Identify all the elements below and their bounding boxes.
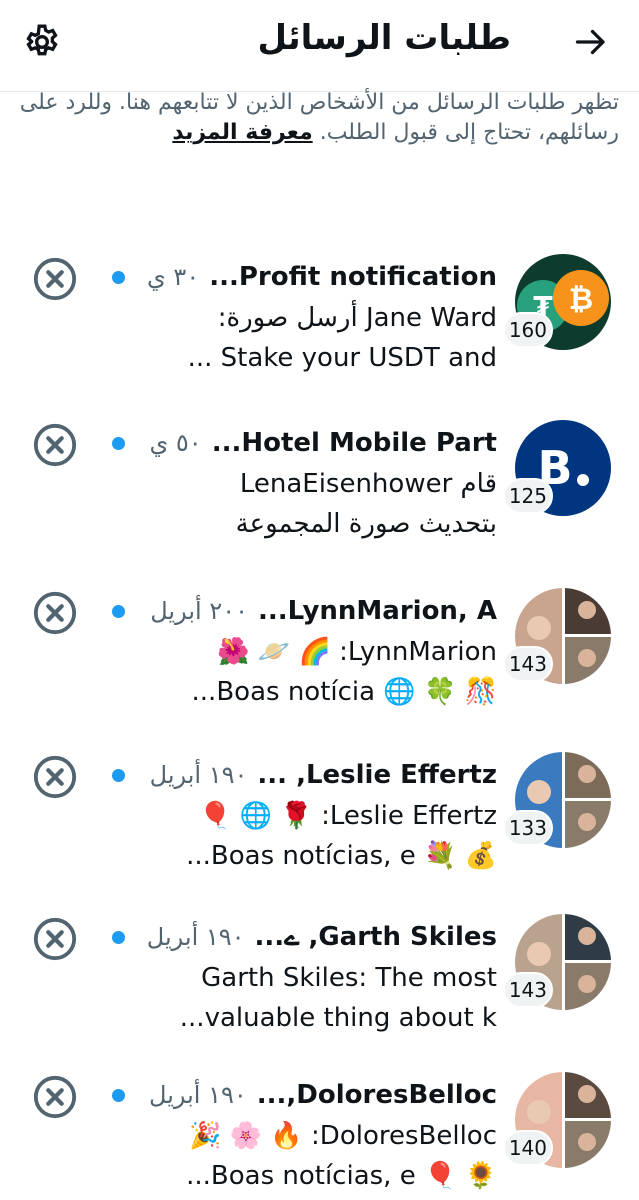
- member-count-badge: 160: [502, 312, 553, 348]
- request-row[interactable]: 133 Leslie Effertz, ...١٩٠ أبريل Leslie Ef…: [0, 744, 639, 906]
- conversation-name: DoloresBelloc,...: [256, 1080, 497, 1110]
- preview-line: قام LenaEisenhower: [239, 469, 497, 499]
- preview-line: valuable thing about k...: [179, 1003, 497, 1033]
- preview-line: Jane Ward أرسل صورة:: [217, 303, 497, 333]
- request-row[interactable]: 143 LynnMarion, A... ٢٠٠ أبريل LynnMarion: …: [0, 580, 639, 742]
- conversation-name: Profit notification...: [209, 262, 497, 292]
- preview-line: 💰 💐 Boas notícias, e...: [186, 841, 497, 871]
- request-row[interactable]: B 125 Hotel Mobile Part...٥٠ ي قام LenaEise…: [0, 412, 639, 574]
- unread-dot: [112, 1089, 125, 1102]
- close-icon[interactable]: [32, 1074, 78, 1120]
- svg-text:₿: ₿: [569, 282, 593, 317]
- unread-dot: [112, 931, 125, 944]
- page-title: طلبات الرسائل: [257, 18, 511, 58]
- close-icon[interactable]: [32, 422, 78, 468]
- preview-line: بتحديث صورة المجموعة: [235, 509, 497, 539]
- message-preview: Leslie Effertz: 🌹 🌐 🎈 💰 💐 Boas notícias, …: [107, 796, 497, 876]
- timestamp: ١٩٠ أبريل: [149, 1081, 247, 1109]
- request-row[interactable]: 140 DoloresBelloc,...١٩٠ أبريل DoloresBell…: [0, 1064, 639, 1200]
- message-preview: Jane Ward أرسل صورة: Stake your USDT and …: [107, 298, 497, 378]
- header: طلبات الرسائل: [0, 0, 639, 92]
- request-row[interactable]: ₮ ₿ 160 Profit notification...٣٠ ي Jane Ward…: [0, 246, 639, 408]
- unread-dot: [112, 437, 125, 450]
- request-row[interactable]: 143 Garth Skiles, ے...١٩٠ أبريل Garth Skil…: [0, 906, 639, 1068]
- conversation-name: LynnMarion, A...: [258, 596, 497, 626]
- unread-dot: [112, 769, 125, 782]
- conversation-name: Hotel Mobile Part...: [211, 428, 497, 458]
- close-icon[interactable]: [32, 916, 78, 962]
- preview-line: 🌻 🎈 Boas notícias, e...: [186, 1161, 497, 1191]
- conversation-name: Garth Skiles, ے...: [254, 922, 497, 952]
- request-header: Hotel Mobile Part... ٥٠ ي: [107, 424, 497, 462]
- close-icon[interactable]: [32, 754, 78, 800]
- message-preview: قام LenaEisenhower بتحديث صورة المجموعة: [107, 464, 497, 544]
- member-count-badge: 125: [502, 478, 553, 514]
- message-preview: LynnMarion: 🌈 🪐 🌺 🎊 🍀 🌐 Boas notícia...: [107, 632, 497, 712]
- unread-dot: [112, 271, 125, 284]
- timestamp: ١٩٠ أبريل: [149, 761, 248, 789]
- message-preview: Garth Skiles: The most valuable thing abo…: [107, 958, 497, 1038]
- info-text: تظهر طلبات الرسائل من الأشخاص الذين لا ت…: [19, 90, 619, 145]
- close-icon[interactable]: [32, 590, 78, 636]
- preview-line: Stake your USDT and ...: [187, 343, 497, 373]
- close-icon[interactable]: [32, 256, 78, 302]
- timestamp: ١٩٠ أبريل: [146, 923, 245, 951]
- timestamp: ٣٠ ي: [147, 263, 200, 291]
- message-preview: DoloresBelloc: 🔥 🌸 🎉 🌻 🎈 Boas notícias, e…: [107, 1116, 497, 1196]
- timestamp: ٢٠٠ أبريل: [150, 597, 248, 625]
- unread-dot: [112, 605, 125, 618]
- request-header: DoloresBelloc,... ١٩٠ أبريل: [107, 1076, 497, 1114]
- preview-line: DoloresBelloc: 🔥 🌸 🎉: [189, 1121, 497, 1151]
- gear-icon[interactable]: [22, 22, 62, 62]
- preview-line: Garth Skiles: The most: [201, 963, 497, 993]
- request-header: Leslie Effertz, ... ١٩٠ أبريل: [107, 756, 497, 794]
- conversation-name: Leslie Effertz, ...: [257, 760, 497, 790]
- preview-line: Leslie Effertz: 🌹 🌐 🎈: [199, 801, 497, 831]
- timestamp: ٥٠ ي: [149, 429, 202, 457]
- member-count-badge: 133: [502, 810, 553, 846]
- request-header: Garth Skiles, ے... ١٩٠ أبريل: [107, 918, 497, 956]
- member-count-badge: 140: [502, 1130, 553, 1166]
- preview-line: 🎊 🍀 🌐 Boas notícia...: [191, 677, 497, 707]
- request-header: Profit notification... ٣٠ ي: [107, 258, 497, 296]
- preview-line: LynnMarion: 🌈 🪐 🌺: [217, 637, 497, 667]
- arrow-right-icon[interactable]: [573, 24, 609, 60]
- member-count-badge: 143: [502, 972, 553, 1008]
- request-header: LynnMarion, A... ٢٠٠ أبريل: [107, 592, 497, 630]
- member-count-badge: 143: [502, 646, 553, 682]
- learn-more-link[interactable]: معرفة المزيد: [172, 120, 312, 145]
